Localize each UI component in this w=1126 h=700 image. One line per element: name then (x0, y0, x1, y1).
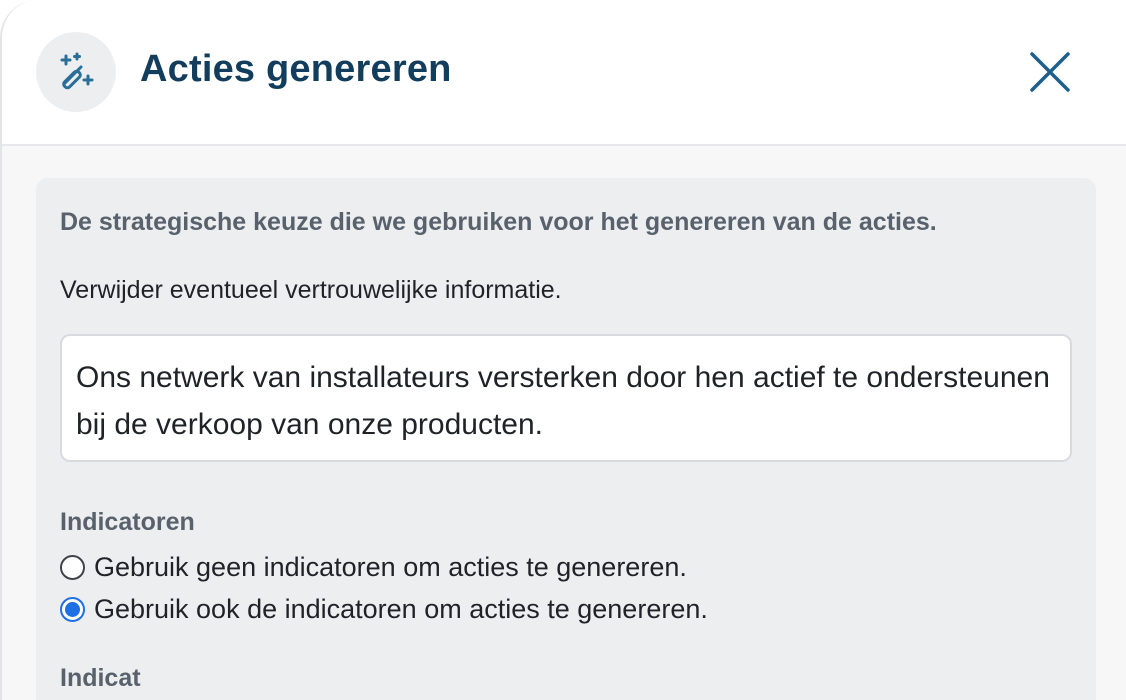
radio-button-unchecked[interactable] (60, 555, 85, 580)
radio-use-indicators[interactable]: Gebruik ook de indicatoren om acties te … (60, 594, 708, 625)
strategy-heading: De strategische keuze die we gebruiken v… (60, 208, 937, 236)
generate-actions-dialog: Acties genereren De strategische keuze d… (0, 0, 1126, 700)
radio-label-no-indicators: Gebruik geen indicatoren om acties te ge… (94, 552, 687, 582)
strategy-panel: De strategische keuze die we gebruiken v… (36, 178, 1096, 700)
dialog-header: Acties genereren (2, 0, 1126, 146)
confidentiality-note: Verwijder eventueel vertrouwelijke infor… (60, 276, 562, 304)
strategy-textarea[interactable]: Ons netwerk van installateurs versterken… (60, 334, 1072, 462)
radio-button-checked[interactable] (60, 597, 85, 622)
close-button[interactable] (1022, 46, 1078, 98)
close-icon (1030, 52, 1070, 92)
radio-no-indicators[interactable]: Gebruik geen indicatoren om acties te ge… (60, 552, 687, 583)
dialog-title: Acties genereren (140, 48, 452, 90)
radio-label-use-indicators: Gebruik ook de indicatoren om acties te … (94, 594, 708, 624)
magic-wand-icon (36, 32, 116, 112)
indicators-label: Indicatoren (60, 508, 195, 536)
indicators-next-label: Indicat (60, 664, 141, 692)
